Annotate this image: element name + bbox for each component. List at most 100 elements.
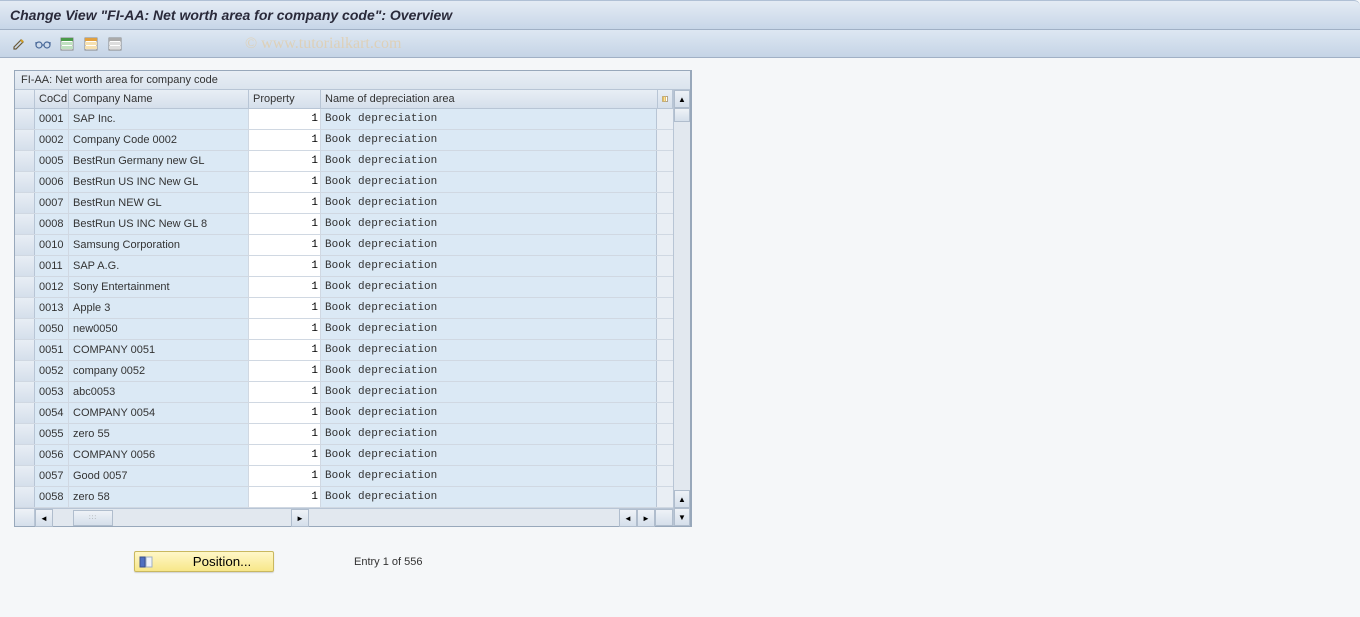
column-area-name[interactable]: Name of depreciation area xyxy=(321,90,657,108)
row-tail xyxy=(657,445,673,465)
scroll-right-icon[interactable]: ► xyxy=(291,509,309,527)
cell-area-name: Book depreciation xyxy=(321,445,657,465)
cell-property[interactable]: 1 xyxy=(249,151,321,171)
cell-company-name: COMPANY 0051 xyxy=(69,340,249,360)
glasses-icon[interactable] xyxy=(34,35,52,53)
cell-property[interactable]: 1 xyxy=(249,214,321,234)
cell-cocd: 0007 xyxy=(35,193,69,213)
row-selector[interactable] xyxy=(15,487,35,507)
cell-property[interactable]: 1 xyxy=(249,445,321,465)
row-selector[interactable] xyxy=(15,445,35,465)
scroll-up-icon[interactable]: ▲ xyxy=(674,90,690,108)
cell-company-name: BestRun Germany new GL xyxy=(69,151,249,171)
cell-property[interactable]: 1 xyxy=(249,424,321,444)
deselect-all-icon[interactable] xyxy=(106,35,124,53)
row-selector[interactable] xyxy=(15,151,35,171)
row-selector[interactable] xyxy=(15,403,35,423)
table-row: 0012Sony Entertainment1Book depreciation xyxy=(15,277,673,298)
row-selector[interactable] xyxy=(15,130,35,150)
row-selector[interactable] xyxy=(15,256,35,276)
cell-property[interactable]: 1 xyxy=(249,298,321,318)
row-selector[interactable] xyxy=(15,277,35,297)
column-selector[interactable] xyxy=(15,90,35,108)
row-selector[interactable] xyxy=(15,340,35,360)
cell-company-name: Sony Entertainment xyxy=(69,277,249,297)
cell-property[interactable]: 1 xyxy=(249,319,321,339)
cell-cocd: 0006 xyxy=(35,172,69,192)
row-selector[interactable] xyxy=(15,319,35,339)
cell-property[interactable]: 1 xyxy=(249,466,321,486)
cell-property[interactable]: 1 xyxy=(249,193,321,213)
cell-property[interactable]: 1 xyxy=(249,487,321,507)
select-block-icon[interactable] xyxy=(82,35,100,53)
row-selector[interactable] xyxy=(15,424,35,444)
cell-property[interactable]: 1 xyxy=(249,403,321,423)
cell-property[interactable]: 1 xyxy=(249,256,321,276)
scroll-left-icon[interactable]: ◄ xyxy=(35,509,53,527)
row-selector[interactable] xyxy=(15,382,35,402)
horizontal-scrollbar[interactable]: ◄ ::: ► ◄ ► xyxy=(15,508,673,526)
row-tail xyxy=(657,487,673,507)
cell-property[interactable]: 1 xyxy=(249,172,321,192)
cell-property[interactable]: 1 xyxy=(249,277,321,297)
cell-property[interactable]: 1 xyxy=(249,235,321,255)
cell-area-name: Book depreciation xyxy=(321,361,657,381)
cell-company-name: Apple 3 xyxy=(69,298,249,318)
scroll-down-icon[interactable]: ▼ xyxy=(674,508,690,526)
table-row: 0058zero 581Book depreciation xyxy=(15,487,673,508)
cell-area-name: Book depreciation xyxy=(321,298,657,318)
cell-cocd: 0055 xyxy=(35,424,69,444)
row-selector[interactable] xyxy=(15,172,35,192)
cell-area-name: Book depreciation xyxy=(321,319,657,339)
vscroll-thumb[interactable] xyxy=(674,108,690,122)
column-cocd[interactable]: CoCd xyxy=(35,90,69,108)
row-selector[interactable] xyxy=(15,298,35,318)
content-area: FI-AA: Net worth area for company code C… xyxy=(0,58,1360,584)
configure-columns-icon[interactable] xyxy=(657,90,673,108)
hscroll-thumb[interactable]: ::: xyxy=(73,510,113,526)
row-selector[interactable] xyxy=(15,466,35,486)
toolbar xyxy=(0,30,1360,58)
pencil-icon[interactable] xyxy=(10,35,28,53)
scroll-up-page-icon[interactable]: ▲ xyxy=(674,490,690,508)
cell-property[interactable]: 1 xyxy=(249,109,321,129)
row-tail xyxy=(657,109,673,129)
footer-bar: Position... Entry 1 of 556 xyxy=(14,551,1346,572)
cell-company-name: BestRun US INC New GL 8 xyxy=(69,214,249,234)
cell-company-name: BestRun US INC New GL xyxy=(69,172,249,192)
cell-area-name: Book depreciation xyxy=(321,340,657,360)
row-selector[interactable] xyxy=(15,193,35,213)
scroll-left2-icon[interactable]: ◄ xyxy=(619,509,637,527)
table-row: 0055zero 551Book depreciation xyxy=(15,424,673,445)
table-row: 0011SAP A.G.1Book depreciation xyxy=(15,256,673,277)
vertical-scrollbar[interactable]: ▲ ▲ ▼ xyxy=(673,90,690,526)
table-row: 0052company 00521Book depreciation xyxy=(15,361,673,382)
scroll-right2-icon[interactable]: ► xyxy=(637,509,655,527)
cell-property[interactable]: 1 xyxy=(249,340,321,360)
row-selector[interactable] xyxy=(15,361,35,381)
row-tail xyxy=(657,193,673,213)
cell-cocd: 0001 xyxy=(35,109,69,129)
column-property[interactable]: Property xyxy=(249,90,321,108)
cell-area-name: Book depreciation xyxy=(321,466,657,486)
row-selector[interactable] xyxy=(15,109,35,129)
position-button[interactable]: Position... xyxy=(134,551,274,572)
row-selector[interactable] xyxy=(15,235,35,255)
select-all-icon[interactable] xyxy=(58,35,76,53)
row-tail xyxy=(657,277,673,297)
column-company-name[interactable]: Company Name xyxy=(69,90,249,108)
cell-company-name: abc0053 xyxy=(69,382,249,402)
row-tail xyxy=(657,235,673,255)
row-selector[interactable] xyxy=(15,214,35,234)
cell-property[interactable]: 1 xyxy=(249,382,321,402)
row-tail xyxy=(657,214,673,234)
cell-property[interactable]: 1 xyxy=(249,361,321,381)
cell-cocd: 0010 xyxy=(35,235,69,255)
cell-property[interactable]: 1 xyxy=(249,130,321,150)
table-row: 0005BestRun Germany new GL1Book deprecia… xyxy=(15,151,673,172)
table-row: 0050new00501Book depreciation xyxy=(15,319,673,340)
cell-area-name: Book depreciation xyxy=(321,256,657,276)
row-tail xyxy=(657,340,673,360)
cell-company-name: COMPANY 0056 xyxy=(69,445,249,465)
cell-company-name: zero 55 xyxy=(69,424,249,444)
